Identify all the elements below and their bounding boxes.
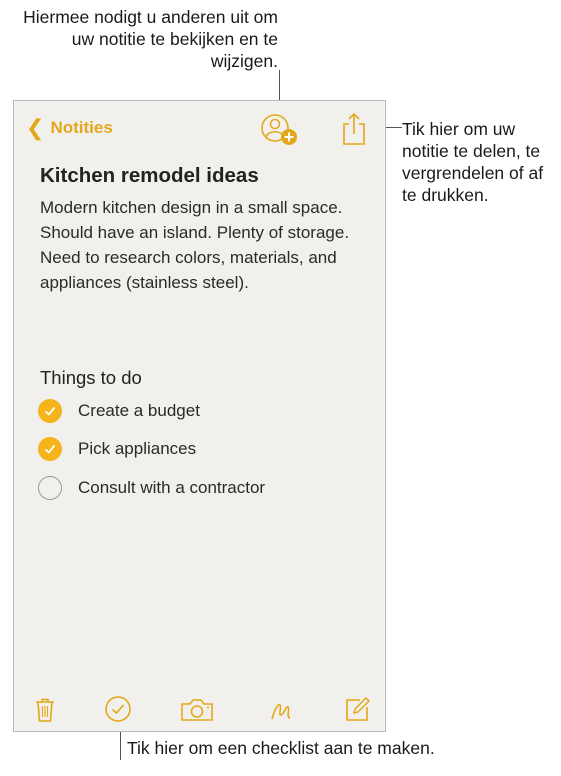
camera-button[interactable] <box>180 698 214 727</box>
add-person-button[interactable] <box>260 113 300 149</box>
note-body[interactable]: Modern kitchen design in a small space. … <box>40 195 375 295</box>
back-button[interactable]: ❮ Notities <box>26 115 113 140</box>
trash-icon <box>36 698 54 722</box>
checklist-label: Consult with a contractor <box>78 478 266 497</box>
sketch-button[interactable] <box>269 695 295 728</box>
sketch-icon <box>271 703 291 720</box>
checkbox-checked[interactable] <box>38 399 62 423</box>
checklist-item[interactable]: Create a budget <box>38 399 200 423</box>
camera-icon <box>181 699 213 721</box>
compose-button[interactable] <box>344 695 371 728</box>
note-title[interactable]: Kitchen remodel ideas <box>40 164 259 188</box>
callout-collaborate: Hiermee nodigt u anderen uit om uw notit… <box>23 7 278 71</box>
compose-icon <box>346 696 371 721</box>
section-title[interactable]: Things to do <box>40 367 142 389</box>
checklist-icon <box>105 696 131 722</box>
chevron-left-icon: ❮ <box>26 115 45 140</box>
checklist-label: Create a budget <box>78 401 200 420</box>
callout-checklist: Tik hier om een checklist aan te maken. <box>127 738 435 758</box>
checkmark-icon <box>44 406 56 416</box>
checklist-label: Pick appliances <box>78 439 197 458</box>
note-screen: ❮ Notities Kitchen remodel ideas Modern … <box>13 100 386 732</box>
checkbox-unchecked[interactable] <box>38 476 62 500</box>
share-button[interactable] <box>340 111 368 147</box>
callout-share: Tik hier om uw notitie te delen, te verg… <box>402 119 544 205</box>
checkbox-checked[interactable] <box>38 437 62 461</box>
back-label: Notities <box>50 118 113 137</box>
checklist-item[interactable]: Pick appliances <box>38 437 196 461</box>
checklist-item[interactable]: Consult with a contractor <box>38 476 265 500</box>
share-icon <box>343 112 365 145</box>
add-person-icon <box>261 114 297 145</box>
trash-button[interactable] <box>34 697 56 728</box>
checkmark-icon <box>44 444 56 454</box>
checklist-button[interactable] <box>104 695 132 728</box>
